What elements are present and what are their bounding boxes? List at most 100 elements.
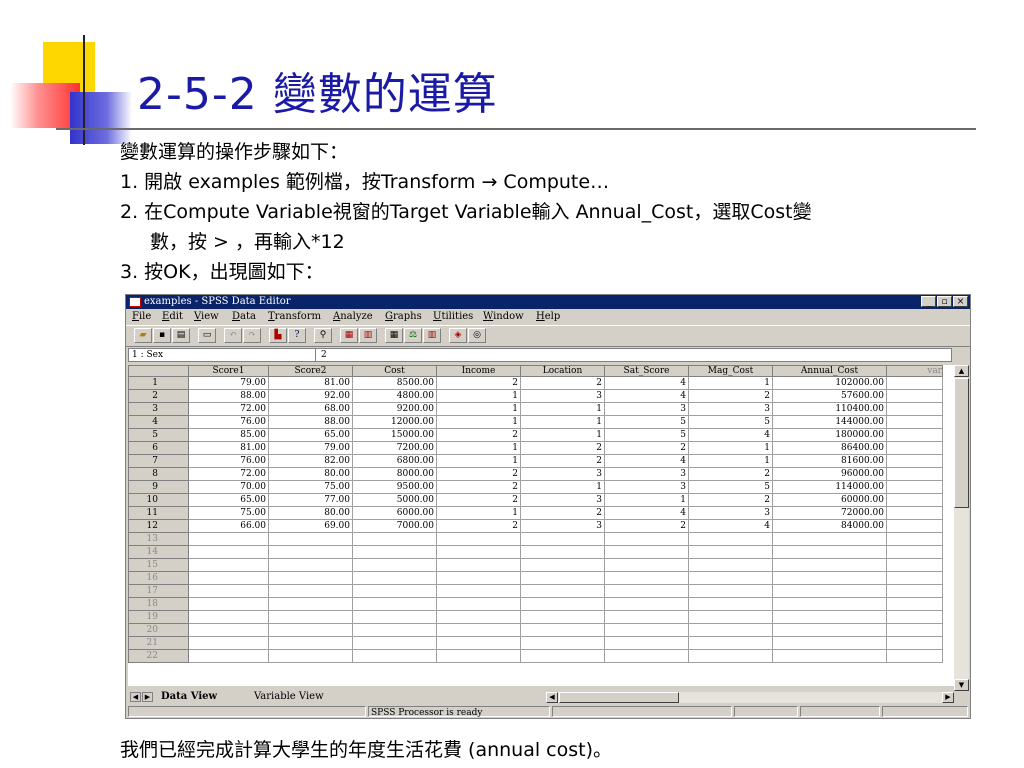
data-cell[interactable]: 81.00	[188, 441, 269, 455]
data-cell[interactable]	[772, 610, 887, 624]
data-cell[interactable]: 12000.00	[352, 415, 437, 429]
data-cell[interactable]: 2	[520, 376, 605, 390]
data-cell[interactable]	[772, 532, 887, 546]
data-cell[interactable]: 2	[436, 480, 521, 494]
data-cell[interactable]: 65.00	[268, 428, 353, 442]
data-cell[interactable]	[886, 519, 943, 533]
data-cell[interactable]	[268, 558, 353, 572]
data-cell[interactable]	[772, 597, 887, 611]
data-cell[interactable]: 3	[520, 389, 605, 403]
data-cell[interactable]	[688, 545, 773, 559]
column-header[interactable]: Sat_Score	[604, 365, 689, 377]
row-number[interactable]: 16	[128, 571, 189, 585]
data-cell[interactable]: 2	[436, 519, 521, 533]
data-cell[interactable]	[886, 389, 943, 403]
data-cell[interactable]: 2	[436, 493, 521, 507]
data-cell[interactable]	[268, 649, 353, 663]
data-cell[interactable]: 3	[520, 467, 605, 481]
data-cell[interactable]: 4	[604, 454, 689, 468]
data-cell[interactable]: 3	[688, 402, 773, 416]
data-cell[interactable]: 144000.00	[772, 415, 887, 429]
data-cell[interactable]	[886, 441, 943, 455]
data-cell[interactable]: 80.00	[268, 467, 353, 481]
data-cell[interactable]	[352, 636, 437, 650]
data-cell[interactable]: 66.00	[188, 519, 269, 533]
data-cell[interactable]	[188, 558, 269, 572]
data-cell[interactable]: 65.00	[188, 493, 269, 507]
tab-variable-view[interactable]: Variable View	[254, 691, 324, 703]
data-cell[interactable]	[436, 597, 521, 611]
insert-variable-icon[interactable]: ▥	[359, 328, 377, 343]
insert-case-icon[interactable]: ▦	[340, 328, 358, 343]
print-icon[interactable]: ▤	[172, 328, 190, 343]
data-cell[interactable]: 88.00	[188, 389, 269, 403]
data-cell[interactable]	[352, 649, 437, 663]
data-cell[interactable]: 4	[688, 428, 773, 442]
data-cell[interactable]	[886, 506, 943, 520]
data-cell[interactable]	[886, 532, 943, 546]
data-cell[interactable]	[520, 532, 605, 546]
data-cell[interactable]	[436, 571, 521, 585]
data-cell[interactable]: 4	[604, 506, 689, 520]
data-cell[interactable]	[604, 571, 689, 585]
column-header[interactable]: Score1	[188, 365, 269, 377]
row-number[interactable]: 22	[128, 649, 189, 663]
data-cell[interactable]	[352, 610, 437, 624]
data-cell[interactable]	[268, 584, 353, 598]
data-cell[interactable]	[604, 584, 689, 598]
data-cell[interactable]: 1	[436, 402, 521, 416]
data-cell[interactable]	[188, 623, 269, 637]
data-cell[interactable]	[604, 545, 689, 559]
data-cell[interactable]: 4	[604, 376, 689, 390]
data-cell[interactable]: 79.00	[268, 441, 353, 455]
data-cell[interactable]	[604, 558, 689, 572]
data-cell[interactable]	[268, 532, 353, 546]
row-number[interactable]: 21	[128, 636, 189, 650]
data-cell[interactable]	[188, 571, 269, 585]
column-header[interactable]: Cost	[352, 365, 437, 377]
cell-value-input[interactable]: 2	[321, 349, 327, 362]
data-cell[interactable]: 81.00	[268, 376, 353, 390]
data-cell[interactable]	[886, 402, 943, 416]
data-cell[interactable]	[688, 636, 773, 650]
data-cell[interactable]: 1	[436, 441, 521, 455]
row-number[interactable]: 15	[128, 558, 189, 572]
data-cell[interactable]: 2	[604, 441, 689, 455]
data-cell[interactable]: 2	[436, 376, 521, 390]
row-number[interactable]: 18	[128, 597, 189, 611]
data-cell[interactable]	[436, 558, 521, 572]
data-cell[interactable]	[886, 558, 943, 572]
menu-graphs[interactable]: Graphs	[385, 309, 422, 324]
data-cell[interactable]	[436, 649, 521, 663]
row-number[interactable]: 20	[128, 623, 189, 637]
data-cell[interactable]	[188, 545, 269, 559]
data-cell[interactable]	[604, 636, 689, 650]
row-number[interactable]: 12	[128, 519, 189, 533]
data-cell[interactable]	[436, 532, 521, 546]
data-cell[interactable]: 1	[688, 454, 773, 468]
data-cell[interactable]	[520, 558, 605, 572]
variables-icon[interactable]: ?	[288, 328, 306, 343]
data-cell[interactable]: 3	[604, 480, 689, 494]
data-cell[interactable]: 75.00	[268, 480, 353, 494]
save-icon[interactable]: ▪	[153, 328, 171, 343]
menu-utilities[interactable]: Utilities	[433, 309, 473, 324]
data-cell[interactable]: 2	[688, 389, 773, 403]
data-cell[interactable]	[772, 571, 887, 585]
data-cell[interactable]	[604, 597, 689, 611]
data-cell[interactable]	[520, 584, 605, 598]
data-cell[interactable]: 7200.00	[352, 441, 437, 455]
data-cell[interactable]: 77.00	[268, 493, 353, 507]
row-number[interactable]: 1	[128, 376, 189, 390]
split-file-icon[interactable]: ▦	[385, 328, 403, 343]
data-cell[interactable]	[268, 571, 353, 585]
goto-case-icon[interactable]: ▙	[269, 328, 287, 343]
row-number[interactable]: 10	[128, 493, 189, 507]
data-cell[interactable]: 88.00	[268, 415, 353, 429]
data-cell[interactable]: 5000.00	[352, 493, 437, 507]
data-cell[interactable]	[268, 623, 353, 637]
scroll-up-arrow-icon[interactable]: ▲	[954, 365, 969, 377]
data-cell[interactable]	[688, 558, 773, 572]
row-number[interactable]: 6	[128, 441, 189, 455]
row-number[interactable]: 7	[128, 454, 189, 468]
